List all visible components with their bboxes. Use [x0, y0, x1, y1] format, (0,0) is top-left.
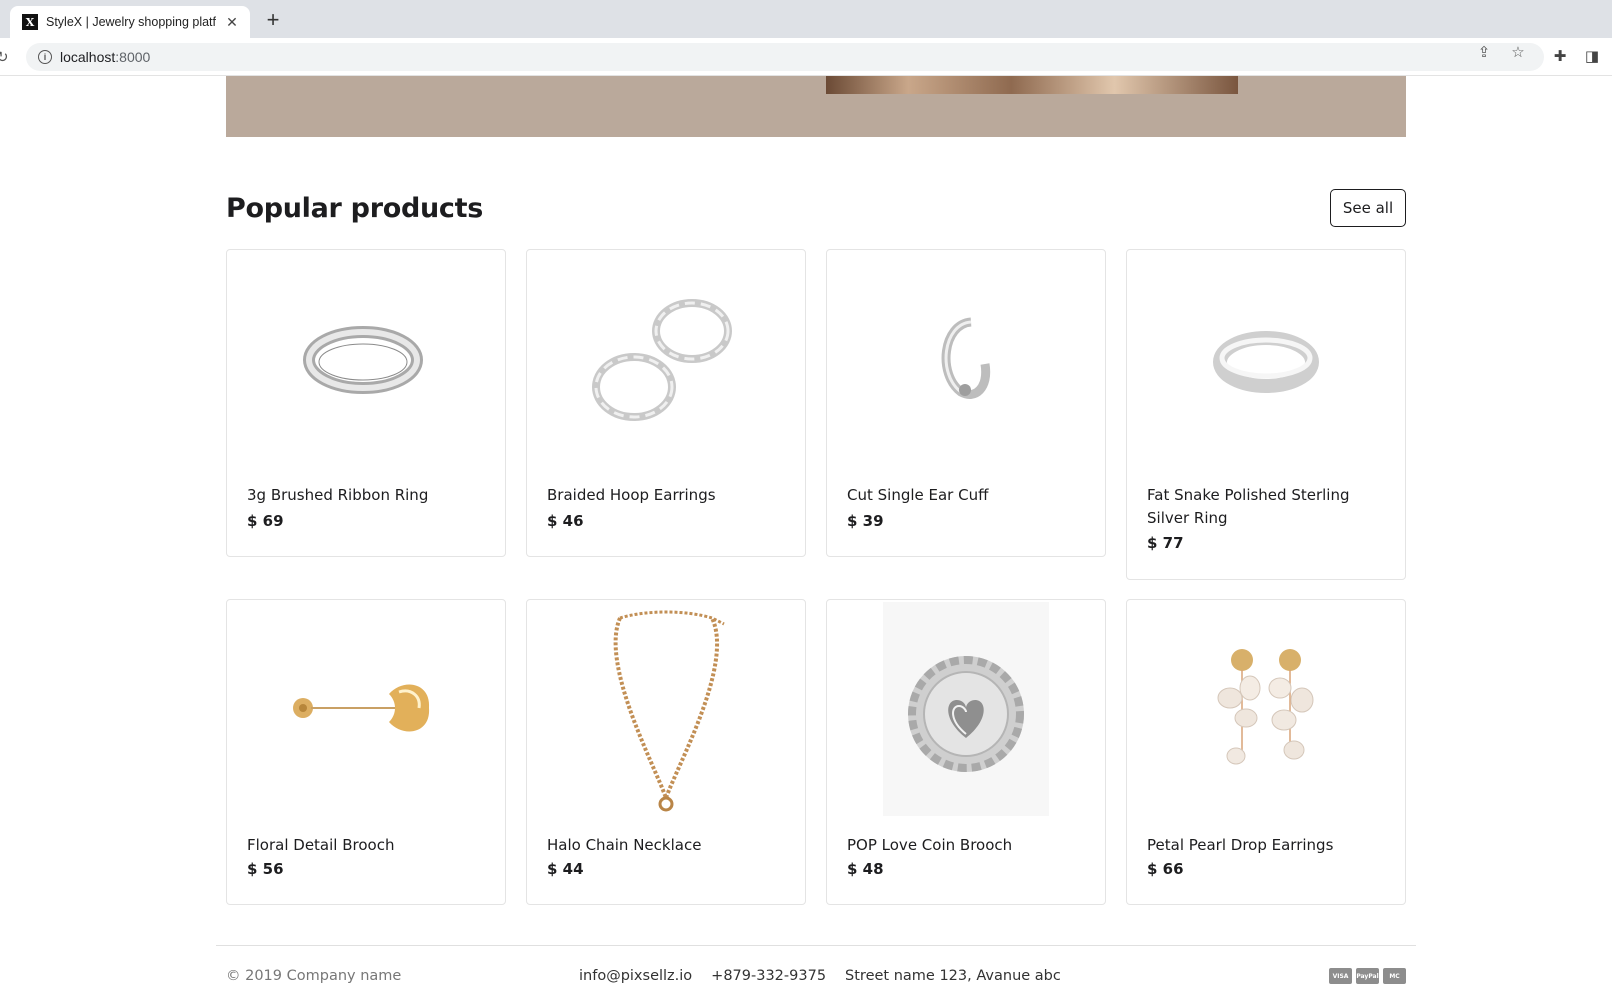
brooch-icon: [293, 684, 430, 732]
ear-cuff-icon: [941, 317, 991, 399]
product-name[interactable]: Halo Chain Necklace: [547, 834, 787, 857]
product-price: $ 44: [547, 860, 584, 878]
reload-icon[interactable]: ↻: [0, 48, 14, 66]
copyright-text: © 2019 Company name: [226, 968, 402, 984]
page-content: Popular products See all 3g Brushed Ribb…: [0, 76, 1612, 999]
product-name[interactable]: Floral Detail Brooch: [247, 834, 487, 857]
bookmark-star-icon[interactable]: ☆: [1510, 44, 1526, 61]
ring-icon: [1213, 331, 1319, 393]
hoop-earrings-icon: [592, 299, 732, 421]
product-card[interactable]: Floral Detail Brooch $ 56: [226, 599, 506, 905]
necklace-icon: [613, 610, 725, 812]
product-image[interactable]: [227, 600, 505, 818]
product-card[interactable]: Petal Pearl Drop Earrings $ 66: [1126, 599, 1406, 905]
product-image[interactable]: [227, 250, 505, 468]
tab-title: StyleX | Jewelry shopping platf: [46, 15, 217, 29]
product-card[interactable]: POP Love Coin Brooch $ 48: [826, 599, 1106, 905]
footer-address: Street name 123, Avanue abc: [845, 968, 1061, 984]
product-card[interactable]: Fat Snake Polished Sterling Silver Ring …: [1126, 249, 1406, 580]
section-title: Popular products: [226, 193, 483, 224]
product-image[interactable]: [827, 250, 1105, 468]
site-favicon-icon: X: [22, 14, 38, 30]
footer-phone-link[interactable]: +879-332-9375: [711, 968, 826, 984]
product-card[interactable]: Braided Hoop Earrings $ 46: [526, 249, 806, 557]
see-all-button[interactable]: See all: [1330, 189, 1406, 227]
url-port: :8000: [115, 49, 151, 65]
popular-products-header: Popular products See all: [226, 189, 1406, 229]
visa-icon: VISA: [1329, 968, 1352, 984]
product-name[interactable]: 3g Brushed Ribbon Ring: [247, 484, 487, 507]
browser-tab[interactable]: X StyleX | Jewelry shopping platf ✕: [10, 6, 250, 38]
product-card[interactable]: Halo Chain Necklace $ 44: [526, 599, 806, 905]
product-name[interactable]: Fat Snake Polished Sterling Silver Ring: [1147, 484, 1387, 530]
product-price: $ 69: [247, 512, 284, 530]
pearl-earrings-icon: [1217, 649, 1314, 765]
product-card[interactable]: 3g Brushed Ribbon Ring $ 69: [226, 249, 506, 557]
product-price: $ 39: [847, 512, 884, 530]
product-image[interactable]: [1127, 250, 1405, 468]
payment-methods: VISA PayPal MC: [1329, 968, 1406, 984]
product-card[interactable]: Cut Single Ear Cuff $ 39: [826, 249, 1106, 557]
close-tab-icon[interactable]: ✕: [224, 14, 240, 30]
share-icon[interactable]: ⇪: [1476, 44, 1492, 61]
product-price: $ 56: [247, 860, 284, 878]
product-image[interactable]: [527, 250, 805, 468]
hero-banner: [226, 76, 1406, 137]
new-tab-icon[interactable]: +: [262, 9, 284, 32]
footer-email-link[interactable]: info@pixsellz.io: [579, 968, 692, 984]
url-host: localhost: [60, 49, 116, 65]
footer-contact: info@pixsellz.io +879-332-9375 Street na…: [579, 968, 1061, 984]
product-price: $ 66: [1147, 860, 1184, 878]
product-image[interactable]: [1127, 600, 1405, 818]
product-name[interactable]: Cut Single Ear Cuff: [847, 484, 1087, 507]
hero-image: [826, 76, 1238, 94]
product-price: $ 46: [547, 512, 584, 530]
url-text: localhost:8000: [60, 49, 150, 65]
product-name[interactable]: Petal Pearl Drop Earrings: [1147, 834, 1387, 857]
product-image[interactable]: [827, 600, 1105, 818]
footer-divider: [216, 945, 1416, 946]
footer: © 2019 Company name info@pixsellz.io +87…: [226, 966, 1406, 990]
url-field[interactable]: i localhost:8000: [26, 43, 1544, 71]
extensions-icon[interactable]: ✚: [1552, 48, 1568, 65]
coin-brooch-icon: [883, 602, 1049, 816]
product-name[interactable]: POP Love Coin Brooch: [847, 834, 1087, 857]
ring-icon: [303, 326, 423, 394]
browser-tab-bar: X StyleX | Jewelry shopping platf ✕ +: [0, 0, 1612, 38]
mastercard-icon: MC: [1383, 968, 1406, 984]
product-image[interactable]: [527, 600, 805, 818]
product-name[interactable]: Braided Hoop Earrings: [547, 484, 787, 507]
product-price: $ 77: [1147, 534, 1184, 552]
site-info-icon[interactable]: i: [38, 50, 52, 64]
side-panel-icon[interactable]: ◨: [1584, 48, 1600, 65]
address-bar: ↻ i localhost:8000 ⇪ ☆ ✚ ◨: [0, 38, 1612, 76]
paypal-icon: PayPal: [1356, 968, 1379, 984]
product-price: $ 48: [847, 860, 884, 878]
